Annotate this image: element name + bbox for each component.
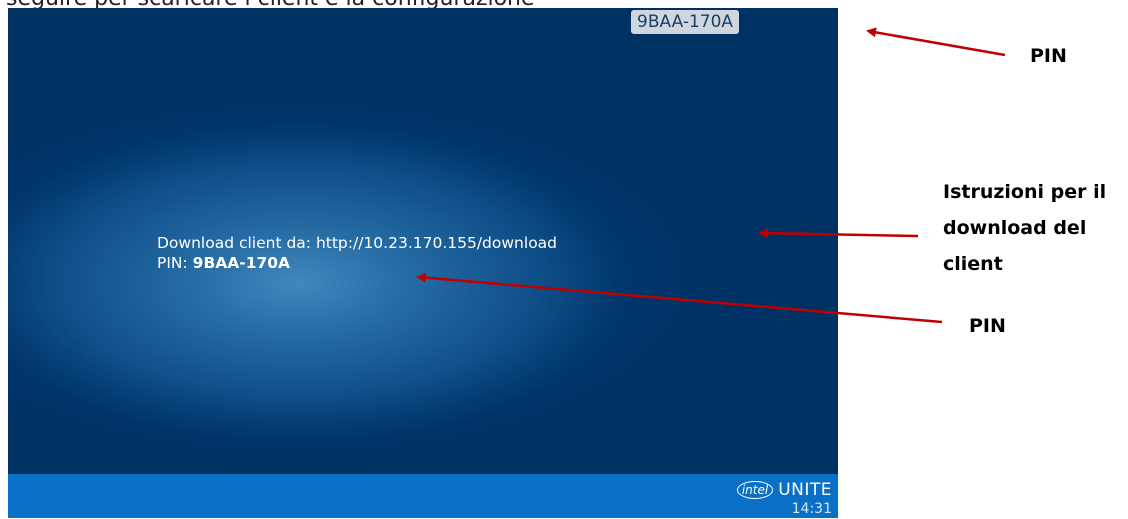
pin-line: PIN: 9BAA-170A <box>157 253 557 273</box>
unite-wordmark: UNITE <box>778 480 832 500</box>
annotation-pin-bottom: PIN <box>969 315 1006 337</box>
annotation-pin-top: PIN <box>1030 45 1067 67</box>
page: seguire per scaricare i client e la conf… <box>0 0 1128 519</box>
footer-bar: intel UNITE 14:31 <box>8 474 838 518</box>
clock: 14:31 <box>791 501 832 517</box>
pin-value: 9BAA-170A <box>192 254 291 272</box>
annotation-client-instructions: Istruzioni per il download del client <box>943 174 1106 282</box>
unite-screen: 9BAA-170A Download client da: http://10.… <box>8 8 838 518</box>
annotation-line-3: client <box>943 253 1003 275</box>
download-instruction: Download client da: http://10.23.170.155… <box>157 234 558 252</box>
intel-unite-logo: intel UNITE <box>736 480 832 500</box>
annotation-line-1: Istruzioni per il <box>943 181 1107 203</box>
pin-label: PIN: <box>157 254 193 272</box>
intel-logo-icon: intel <box>736 481 774 499</box>
arrow-to-pin-badge <box>866 27 1006 57</box>
annotation-line-2: download del <box>943 217 1087 239</box>
pin-badge: 9BAA-170A <box>631 10 740 34</box>
instructions-block: Download client da: http://10.23.170.155… <box>157 233 557 273</box>
